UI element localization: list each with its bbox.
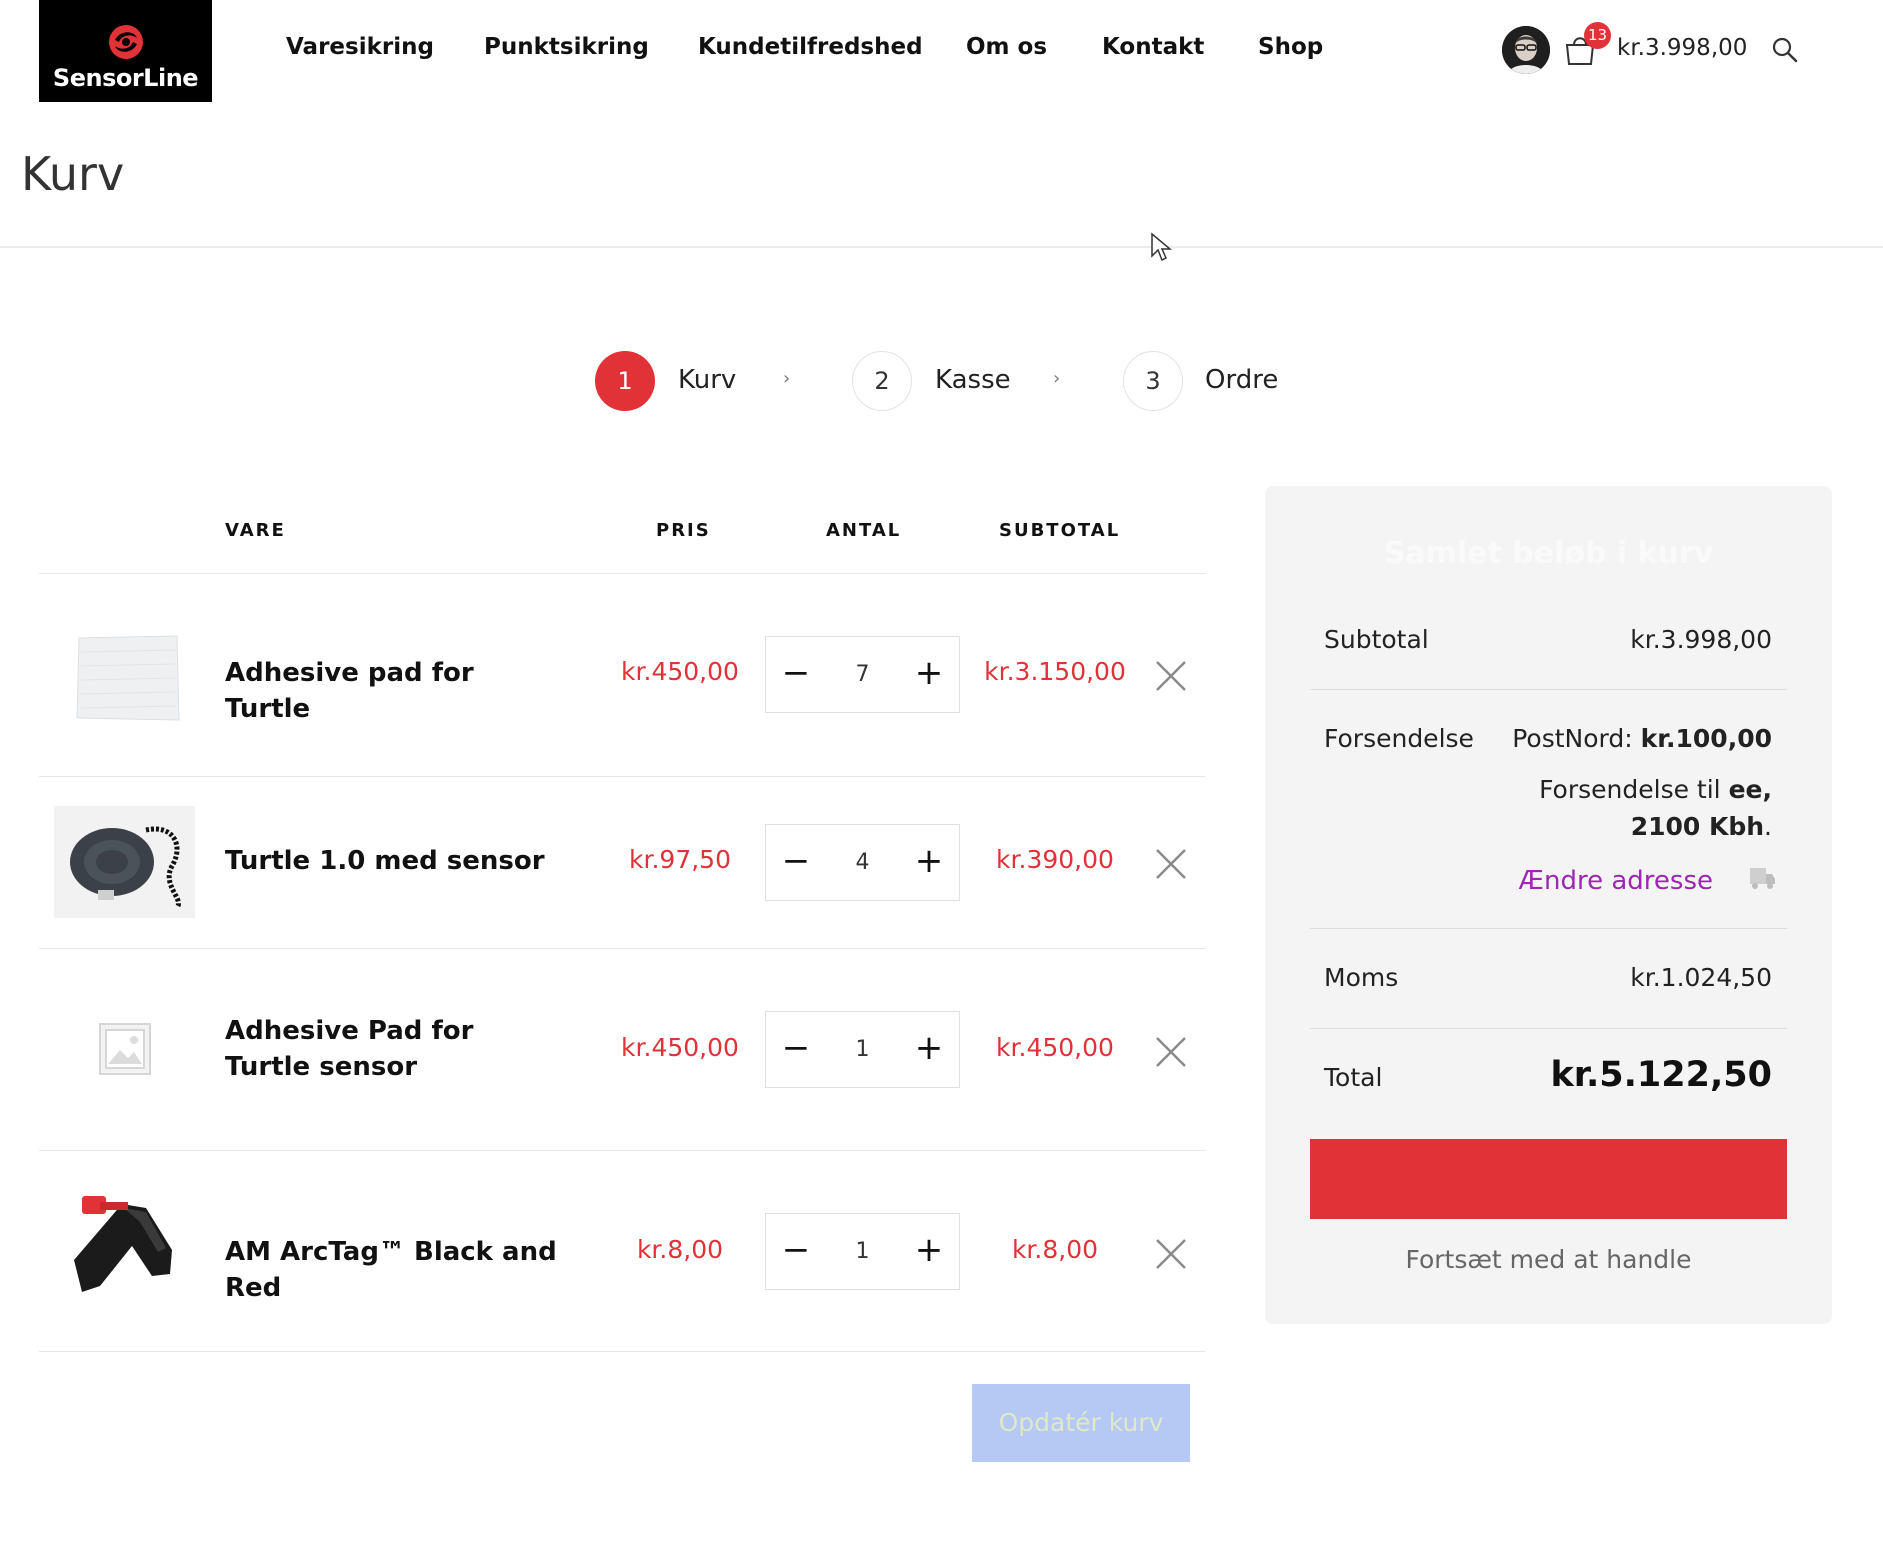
shipping-to-zip: 2100 Kbh — [1630, 812, 1765, 841]
remove-item-icon[interactable] — [1154, 1035, 1188, 1069]
table-divider — [39, 573, 1206, 574]
remove-item-icon[interactable] — [1154, 1237, 1188, 1271]
sensorline-logo-mark-icon — [109, 25, 143, 59]
shipping-to-suffix: . — [1764, 812, 1772, 841]
product-price: kr.97,50 — [629, 845, 731, 874]
shipping-destination-line2: 2100 Kbh. — [1631, 812, 1772, 841]
page-title: Kurv — [21, 147, 125, 201]
qty-increase-button[interactable]: + — [899, 1012, 959, 1087]
remove-item-icon[interactable] — [1154, 659, 1188, 693]
shipping-to-prefix: Forsendelse til — [1539, 775, 1721, 804]
table-divider — [39, 1351, 1206, 1352]
nav-item-shop[interactable]: Shop — [1258, 34, 1323, 60]
totals-divider — [1310, 689, 1787, 690]
column-header-qty: ANTAL — [826, 520, 902, 541]
shipping-method: PostNord: kr.100,00 — [1512, 724, 1772, 753]
product-name[interactable]: Adhesive Pad for Turtle sensor — [225, 1013, 555, 1085]
product-subtotal: kr.390,00 — [996, 845, 1114, 874]
logo-text: SensorLine — [52, 64, 199, 92]
quantity-stepper: − 7 + — [765, 636, 960, 713]
table-divider — [39, 948, 1206, 949]
nav-item-kundetilfredshed[interactable]: Kundetilfredshed — [698, 34, 923, 60]
qty-input[interactable]: 1 — [826, 1012, 899, 1087]
shipping-to-city: ee, — [1728, 775, 1772, 804]
nav-item-kontakt[interactable]: Kontakt — [1102, 34, 1204, 60]
qty-input[interactable]: 4 — [826, 825, 899, 900]
qty-decrease-button[interactable]: − — [766, 825, 826, 900]
total-label: Total — [1324, 1063, 1383, 1092]
step-2-number: 2 — [852, 351, 912, 411]
column-header-product: VARE — [225, 520, 286, 541]
user-avatar[interactable] — [1502, 26, 1550, 74]
product-name[interactable]: AM ArcTag™ Black and Red — [225, 1234, 585, 1306]
column-header-price: PRIS — [656, 520, 711, 541]
total-value: kr.5.122,50 — [1550, 1055, 1772, 1095]
chevron-right-icon: › — [1053, 368, 1061, 389]
search-icon[interactable] — [1771, 36, 1799, 64]
shipping-method-name: PostNord: — [1512, 724, 1633, 753]
shipping-destination-line1: Forsendelse til ee, — [1539, 775, 1772, 804]
mouse-cursor-icon — [1151, 232, 1172, 262]
qty-increase-button[interactable]: + — [899, 825, 959, 900]
step-3-number: 3 — [1123, 351, 1183, 411]
proceed-to-checkout-button[interactable] — [1310, 1139, 1787, 1219]
step-1-label[interactable]: Kurv — [678, 365, 736, 395]
placeholder-image-icon[interactable] — [98, 1022, 152, 1076]
nav-item-punktsikring[interactable]: Punktsikring — [484, 34, 649, 60]
qty-decrease-button[interactable]: − — [766, 637, 826, 712]
product-name[interactable]: Turtle 1.0 med sensor — [225, 843, 555, 879]
shipping-price: kr.100,00 — [1640, 724, 1772, 753]
cart-count-badge: 13 — [1584, 22, 1611, 49]
continue-shopping-link[interactable]: Fortsæt med at handle — [1265, 1245, 1832, 1274]
shipping-label: Forsendelse — [1324, 724, 1474, 753]
product-subtotal: kr.3.150,00 — [984, 657, 1126, 686]
product-thumbnail-adhesive-pad[interactable] — [73, 632, 183, 724]
product-thumbnail-turtle-sensor[interactable] — [54, 806, 195, 918]
tax-label: Moms — [1324, 963, 1399, 992]
product-subtotal: kr.450,00 — [996, 1033, 1114, 1062]
user-avatar-icon — [1502, 26, 1550, 74]
product-price: kr.450,00 — [621, 657, 739, 686]
header-cart-total[interactable]: kr.3.998,00 — [1617, 35, 1747, 61]
cart-totals-title: Samlet beløb i kurv — [1383, 536, 1714, 571]
product-price: kr.8,00 — [636, 1235, 724, 1264]
remove-item-icon[interactable] — [1154, 847, 1188, 881]
chevron-right-icon: › — [783, 368, 791, 389]
update-cart-button[interactable]: Opdatér kurv — [972, 1384, 1190, 1462]
title-divider — [0, 246, 1883, 248]
quantity-stepper: − 1 + — [765, 1011, 960, 1088]
product-name[interactable]: Adhesive pad for Turtle — [225, 655, 555, 727]
qty-increase-button[interactable]: + — [899, 637, 959, 712]
qty-input[interactable]: 1 — [826, 1214, 899, 1289]
step-3-label[interactable]: Ordre — [1205, 365, 1278, 395]
product-thumbnail-arctag[interactable] — [62, 1190, 180, 1302]
totals-divider — [1310, 1028, 1787, 1029]
quantity-stepper: − 1 + — [765, 1213, 960, 1290]
product-price: kr.450,00 — [621, 1033, 739, 1062]
qty-input[interactable]: 7 — [826, 637, 899, 712]
delivery-truck-icon[interactable] — [1748, 864, 1776, 892]
change-address-link[interactable]: Ændre adresse — [1519, 866, 1713, 896]
table-divider — [39, 776, 1206, 777]
subtotal-label: Subtotal — [1324, 625, 1429, 654]
site-header: SensorLine Varesikring Punktsikring Kund… — [0, 0, 1883, 102]
qty-decrease-button[interactable]: − — [766, 1012, 826, 1087]
subtotal-value: kr.3.998,00 — [1630, 625, 1772, 654]
quantity-stepper: − 4 + — [765, 824, 960, 901]
step-1-number: 1 — [595, 351, 655, 411]
product-subtotal: kr.8,00 — [1011, 1235, 1099, 1264]
step-2-label[interactable]: Kasse — [935, 365, 1011, 395]
qty-increase-button[interactable]: + — [899, 1214, 959, 1289]
nav-item-om-os[interactable]: Om os — [966, 34, 1047, 60]
column-header-subtotal: SUBTOTAL — [999, 520, 1121, 541]
sensorline-logo[interactable]: SensorLine — [39, 0, 212, 102]
qty-decrease-button[interactable]: − — [766, 1214, 826, 1289]
tax-value: kr.1.024,50 — [1630, 963, 1772, 992]
totals-divider — [1310, 928, 1787, 929]
nav-item-varesikring[interactable]: Varesikring — [286, 34, 434, 60]
table-divider — [39, 1150, 1206, 1151]
